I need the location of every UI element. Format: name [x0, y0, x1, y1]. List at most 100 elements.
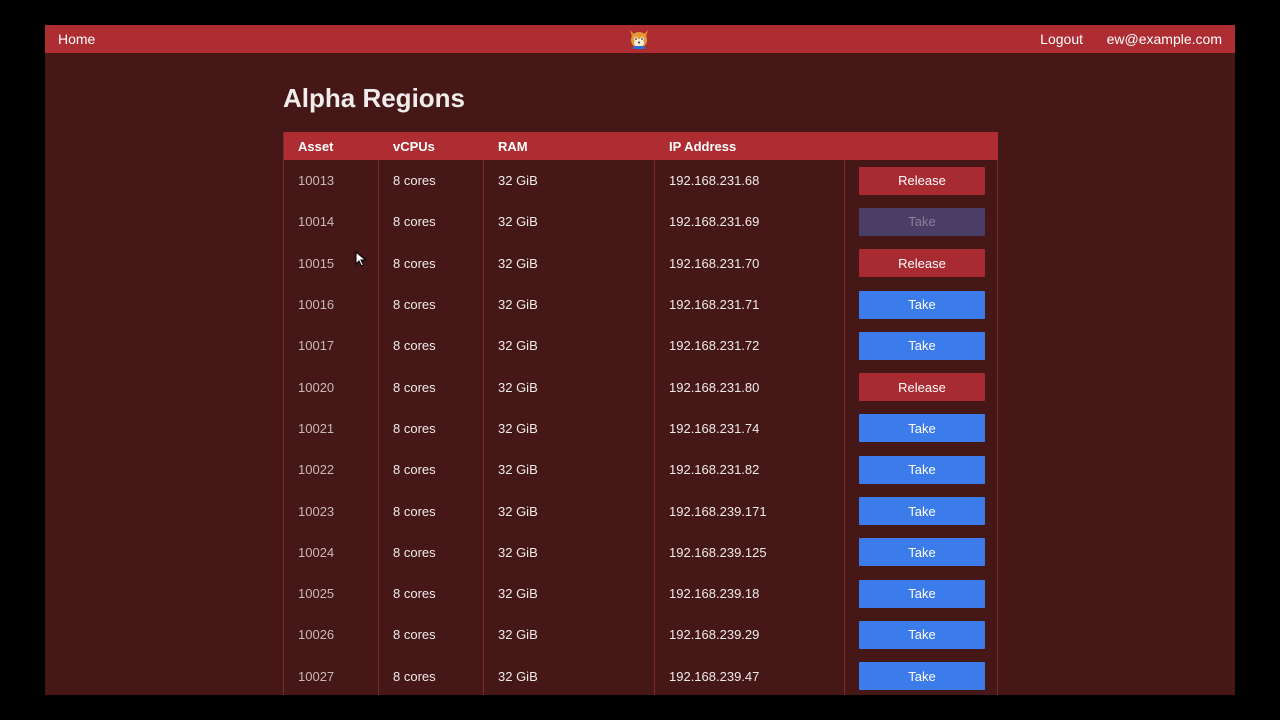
- ip-address-cell: 192.168.231.74: [654, 407, 845, 450]
- release-button[interactable]: Release: [859, 249, 985, 278]
- take-button[interactable]: Take: [859, 620, 985, 649]
- action-cell: Release: [844, 366, 998, 408]
- ip-address-cell: 192.168.239.18: [654, 572, 845, 615]
- vcpus-cell: 8 cores: [378, 449, 484, 491]
- ip-address-cell: 192.168.239.47: [654, 655, 845, 695]
- vcpus-cell: 8 cores: [378, 407, 484, 450]
- logout-link[interactable]: Logout: [1040, 31, 1083, 47]
- table-row: 10025 8 cores 32 GiB 192.168.239.18 Take: [283, 572, 998, 615]
- ram-cell: 32 GiB: [483, 242, 655, 284]
- assets-table: Asset vCPUs RAM IP Address 10013 8 cores 3…: [283, 132, 998, 695]
- take-button[interactable]: Take: [859, 290, 985, 319]
- take-button[interactable]: Take: [859, 579, 985, 608]
- asset-id-cell: 10016: [283, 283, 379, 326]
- app-screen: Home Logout ew@example.com Alpha Regions: [45, 25, 1235, 695]
- action-cell: Release: [844, 160, 998, 202]
- vcpus-cell: 8 cores: [378, 655, 484, 695]
- table-header-row: Asset vCPUs RAM IP Address: [283, 132, 998, 160]
- asset-id-cell: 10027: [283, 655, 379, 695]
- ram-cell: 32 GiB: [483, 201, 655, 243]
- ip-address-cell: 192.168.231.68: [654, 160, 845, 202]
- vcpus-cell: 8 cores: [378, 531, 484, 573]
- table-row: 10020 8 cores 32 GiB 192.168.231.80 Release: [283, 366, 998, 408]
- action-cell: Take: [844, 449, 998, 491]
- asset-id-cell: 10015: [283, 242, 379, 284]
- fox-mascot-icon[interactable]: [627, 27, 651, 51]
- action-cell: Take: [844, 490, 998, 532]
- asset-id-cell: 10025: [283, 572, 379, 615]
- asset-id-cell: 10017: [283, 325, 379, 367]
- vcpus-cell: 8 cores: [378, 572, 484, 615]
- home-link[interactable]: Home: [58, 31, 95, 47]
- ip-address-cell: 192.168.231.69: [654, 201, 845, 243]
- take-button[interactable]: Take: [859, 538, 985, 567]
- ip-address-cell: 192.168.239.29: [654, 614, 845, 656]
- vcpus-cell: 8 cores: [378, 283, 484, 326]
- table-row: 10026 8 cores 32 GiB 192.168.239.29 Take: [283, 614, 998, 656]
- ip-address-cell: 192.168.231.72: [654, 325, 845, 367]
- table-row: 10022 8 cores 32 GiB 192.168.231.82 Take: [283, 449, 998, 491]
- table-row: 10014 8 cores 32 GiB 192.168.231.69 Take: [283, 201, 998, 243]
- table-row: 10023 8 cores 32 GiB 192.168.239.171 Take: [283, 490, 998, 532]
- action-cell: Take: [844, 614, 998, 656]
- vcpus-cell: 8 cores: [378, 160, 484, 202]
- take-button: Take: [859, 207, 985, 236]
- action-cell: Take: [844, 325, 998, 367]
- vcpus-cell: 8 cores: [378, 366, 484, 408]
- asset-id-cell: 10022: [283, 449, 379, 491]
- ip-address-cell: 192.168.231.80: [654, 366, 845, 408]
- top-navbar: Home Logout ew@example.com: [45, 25, 1235, 53]
- table-row: 10013 8 cores 32 GiB 192.168.231.68 Release: [283, 160, 998, 202]
- vcpus-cell: 8 cores: [378, 201, 484, 243]
- table-row: 10024 8 cores 32 GiB 192.168.239.125 Take: [283, 531, 998, 573]
- ram-cell: 32 GiB: [483, 490, 655, 532]
- ram-cell: 32 GiB: [483, 614, 655, 656]
- ram-cell: 32 GiB: [483, 325, 655, 367]
- asset-id-cell: 10021: [283, 407, 379, 450]
- page-title: Alpha Regions: [283, 83, 466, 113]
- take-button[interactable]: Take: [859, 414, 985, 443]
- asset-id-cell: 10023: [283, 490, 379, 532]
- table-row: 10017 8 cores 32 GiB 192.168.231.72 Take: [283, 325, 998, 367]
- table-row: 10021 8 cores 32 GiB 192.168.231.74 Take: [283, 407, 998, 450]
- ram-cell: 32 GiB: [483, 283, 655, 326]
- ram-cell: 32 GiB: [483, 449, 655, 491]
- take-button[interactable]: Take: [859, 662, 985, 691]
- release-button[interactable]: Release: [859, 373, 985, 402]
- action-cell: Take: [844, 655, 998, 695]
- asset-id-cell: 10013: [283, 160, 379, 202]
- ram-cell: 32 GiB: [483, 655, 655, 695]
- user-email: ew@example.com: [1106, 31, 1222, 47]
- ram-cell: 32 GiB: [483, 572, 655, 615]
- take-button[interactable]: Take: [859, 331, 985, 360]
- action-cell: Release: [844, 242, 998, 284]
- asset-id-cell: 10026: [283, 614, 379, 656]
- take-button[interactable]: Take: [859, 497, 985, 526]
- action-cell: Take: [844, 572, 998, 615]
- action-cell: Take: [844, 531, 998, 573]
- asset-id-cell: 10020: [283, 366, 379, 408]
- column-header-action: [844, 132, 998, 160]
- ip-address-cell: 192.168.231.82: [654, 449, 845, 491]
- vcpus-cell: 8 cores: [378, 325, 484, 367]
- asset-id-cell: 10014: [283, 201, 379, 243]
- table-row: 10015 8 cores 32 GiB 192.168.231.70 Release: [283, 242, 998, 284]
- table-body: 10013 8 cores 32 GiB 192.168.231.68 Release 1…: [283, 160, 998, 695]
- ip-address-cell: 192.168.239.171: [654, 490, 845, 532]
- column-header-ip-address: IP Address: [654, 132, 845, 160]
- vcpus-cell: 8 cores: [378, 614, 484, 656]
- release-button[interactable]: Release: [859, 166, 985, 195]
- take-button[interactable]: Take: [859, 455, 985, 484]
- vcpus-cell: 8 cores: [378, 490, 484, 532]
- ram-cell: 32 GiB: [483, 531, 655, 573]
- action-cell: Take: [844, 201, 998, 243]
- ip-address-cell: 192.168.231.70: [654, 242, 845, 284]
- vcpus-cell: 8 cores: [378, 242, 484, 284]
- asset-id-cell: 10024: [283, 531, 379, 573]
- action-cell: Take: [844, 283, 998, 326]
- table-row: 10016 8 cores 32 GiB 192.168.231.71 Take: [283, 283, 998, 326]
- ip-address-cell: 192.168.231.71: [654, 283, 845, 326]
- column-header-vcpus: vCPUs: [378, 132, 484, 160]
- ip-address-cell: 192.168.239.125: [654, 531, 845, 573]
- column-header-asset: Asset: [283, 132, 379, 160]
